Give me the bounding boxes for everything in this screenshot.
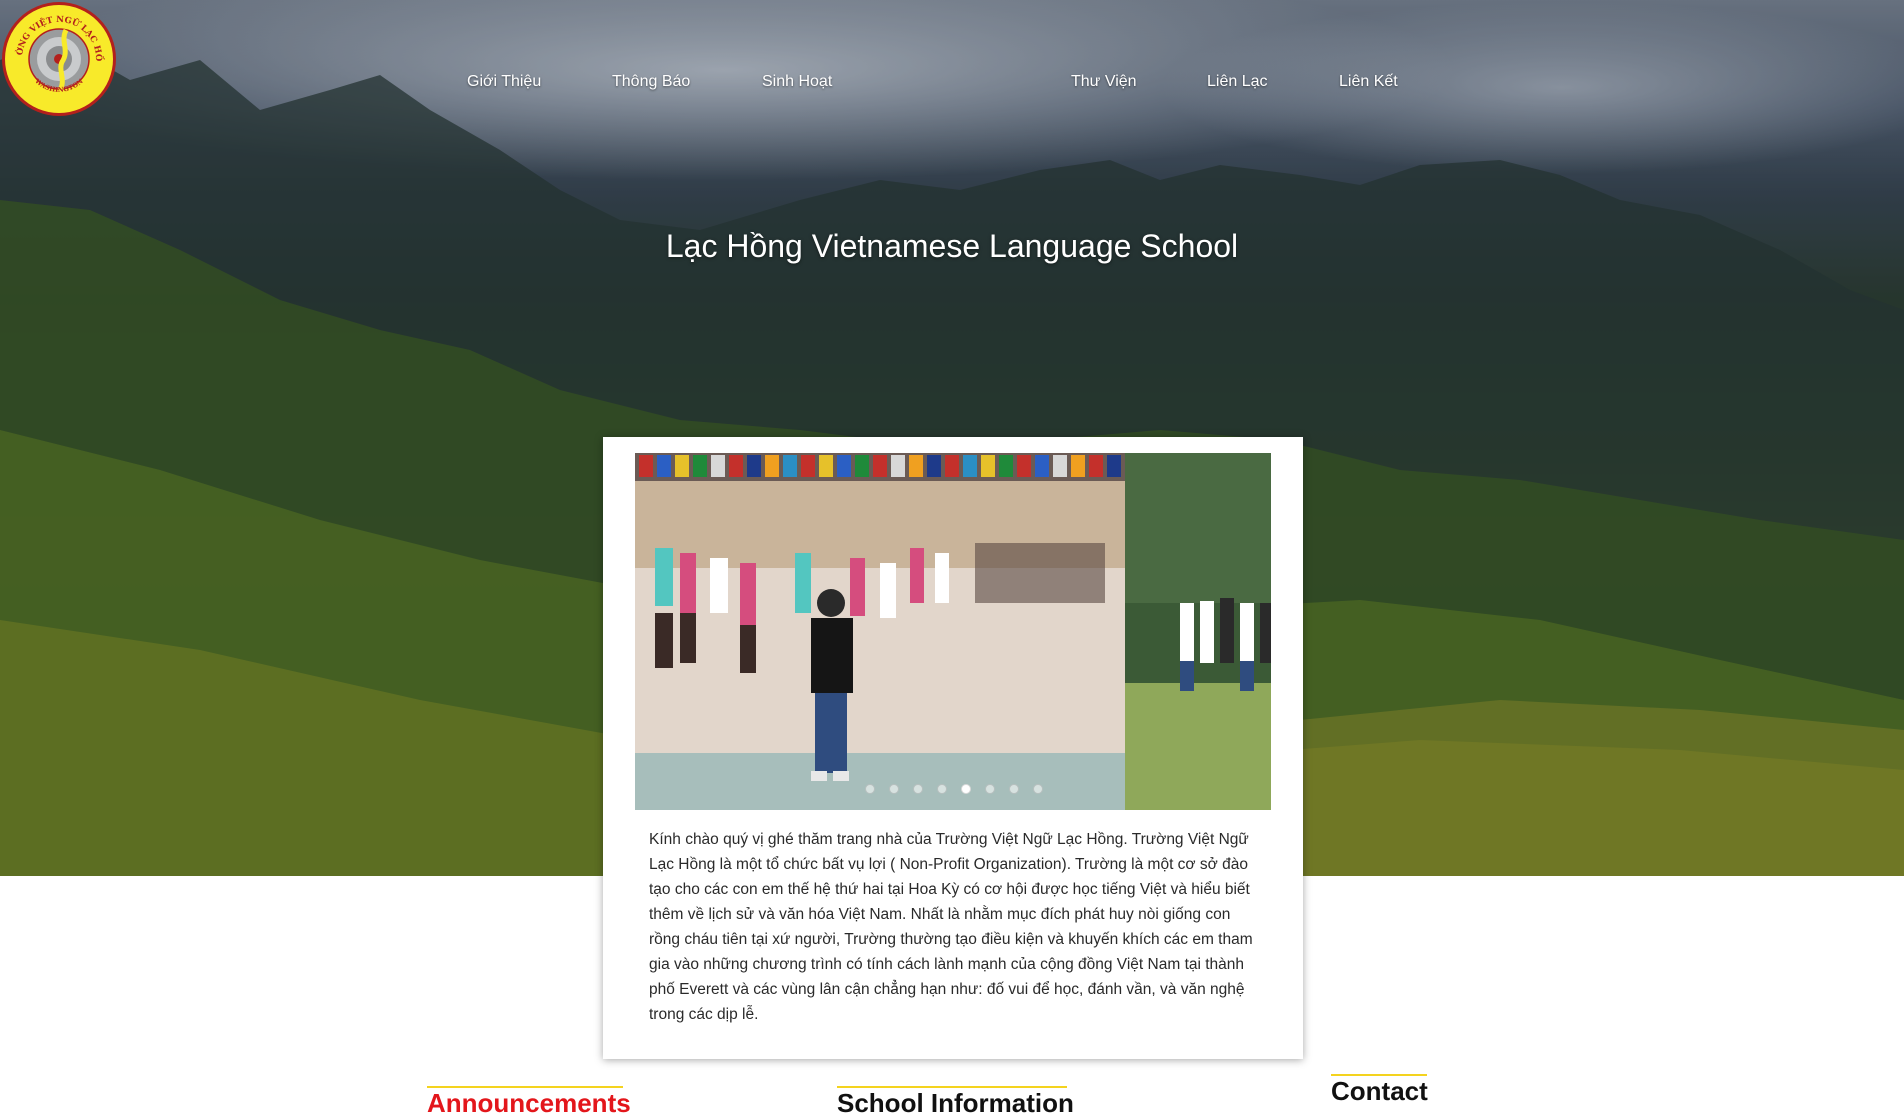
site-title: Lạc Hồng Vietnamese Language School (665, 228, 1239, 264)
nav-lien-ket[interactable]: Liên Kết (1339, 73, 1398, 91)
school-info-heading: School Information (837, 1088, 1074, 1118)
announcements-heading: Announcements (427, 1088, 631, 1118)
intro-paragraph: Kính chào quý vị ghé thăm trang nhà của … (649, 831, 1253, 1023)
slide-dot-2[interactable] (889, 784, 899, 794)
nav-lien-lac[interactable]: Liên Lạc (1207, 73, 1268, 91)
slide-dot-1[interactable] (865, 784, 875, 794)
nav-sinh-hoat[interactable]: Sinh Hoạt (762, 73, 832, 91)
slide-dot-3[interactable] (913, 784, 923, 794)
school-logo[interactable]: TRƯỜNG VIỆT NGỮ LẠC HỒNG WASHINGTON (0, 0, 118, 118)
slideshow-photo (635, 453, 1271, 810)
slide-dot-8[interactable] (1033, 784, 1043, 794)
slide-dot-4[interactable] (937, 784, 947, 794)
nav-gioi-thieu[interactable]: Giới Thiệu (467, 73, 541, 91)
slide-dot-6[interactable] (985, 784, 995, 794)
slide-dot-7[interactable] (1009, 784, 1019, 794)
nav-thong-bao[interactable]: Thông Báo (612, 73, 690, 91)
intro-card: Kính chào quý vị ghé thăm trang nhà của … (603, 437, 1303, 1059)
contact-heading: Contact (1331, 1076, 1428, 1106)
nav-thu-vien[interactable]: Thư Viện (1071, 73, 1137, 91)
photo-slideshow[interactable] (635, 453, 1271, 810)
slide-dot-5[interactable] (961, 784, 971, 794)
